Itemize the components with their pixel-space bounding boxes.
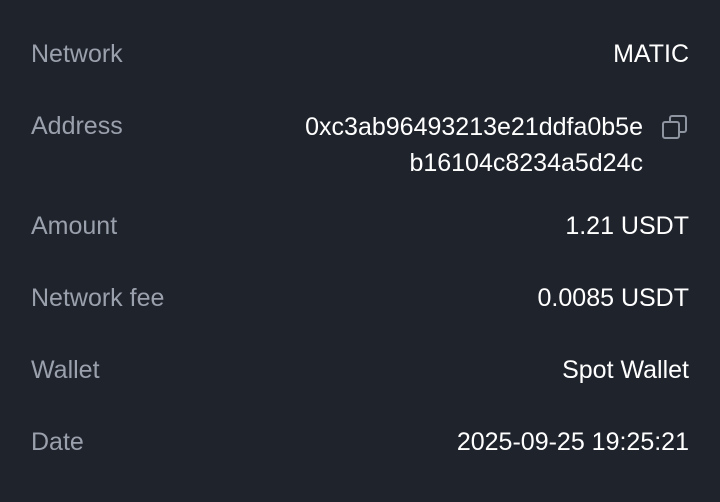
network-fee-label: Network fee [31,284,165,312]
network-fee-row: Network fee 0.0085 USDT [31,281,689,315]
address-line-2: b16104c8234a5d24c [409,149,643,177]
address-line-1: 0xc3ab96493213e21ddfa0b5e [305,113,643,141]
wallet-row: Wallet Spot Wallet [31,353,689,387]
network-label: Network [31,40,123,68]
network-row: Network MATIC [31,37,689,71]
wallet-label: Wallet [31,356,100,384]
network-fee-value: 0.0085 USDT [537,284,689,312]
wallet-value: Spot Wallet [562,356,689,384]
address-label: Address [31,112,123,140]
amount-row: Amount 1.21 USDT [31,209,689,243]
date-value: 2025-09-25 19:25:21 [456,428,689,456]
address-value[interactable]: 0xc3ab96493213e21ddfa0b5e b16104c8234a5d… [305,109,643,181]
network-value: MATIC [613,40,689,68]
date-label: Date [31,428,84,456]
copy-icon[interactable] [661,113,689,141]
amount-label: Amount [31,212,118,240]
address-value-group: 0xc3ab96493213e21ddfa0b5e b16104c8234a5d… [305,109,689,181]
address-row: Address 0xc3ab96493213e21ddfa0b5e b16104… [31,109,689,181]
date-row: Date 2025-09-25 19:25:21 [31,425,689,459]
amount-value: 1.21 USDT [565,212,689,240]
